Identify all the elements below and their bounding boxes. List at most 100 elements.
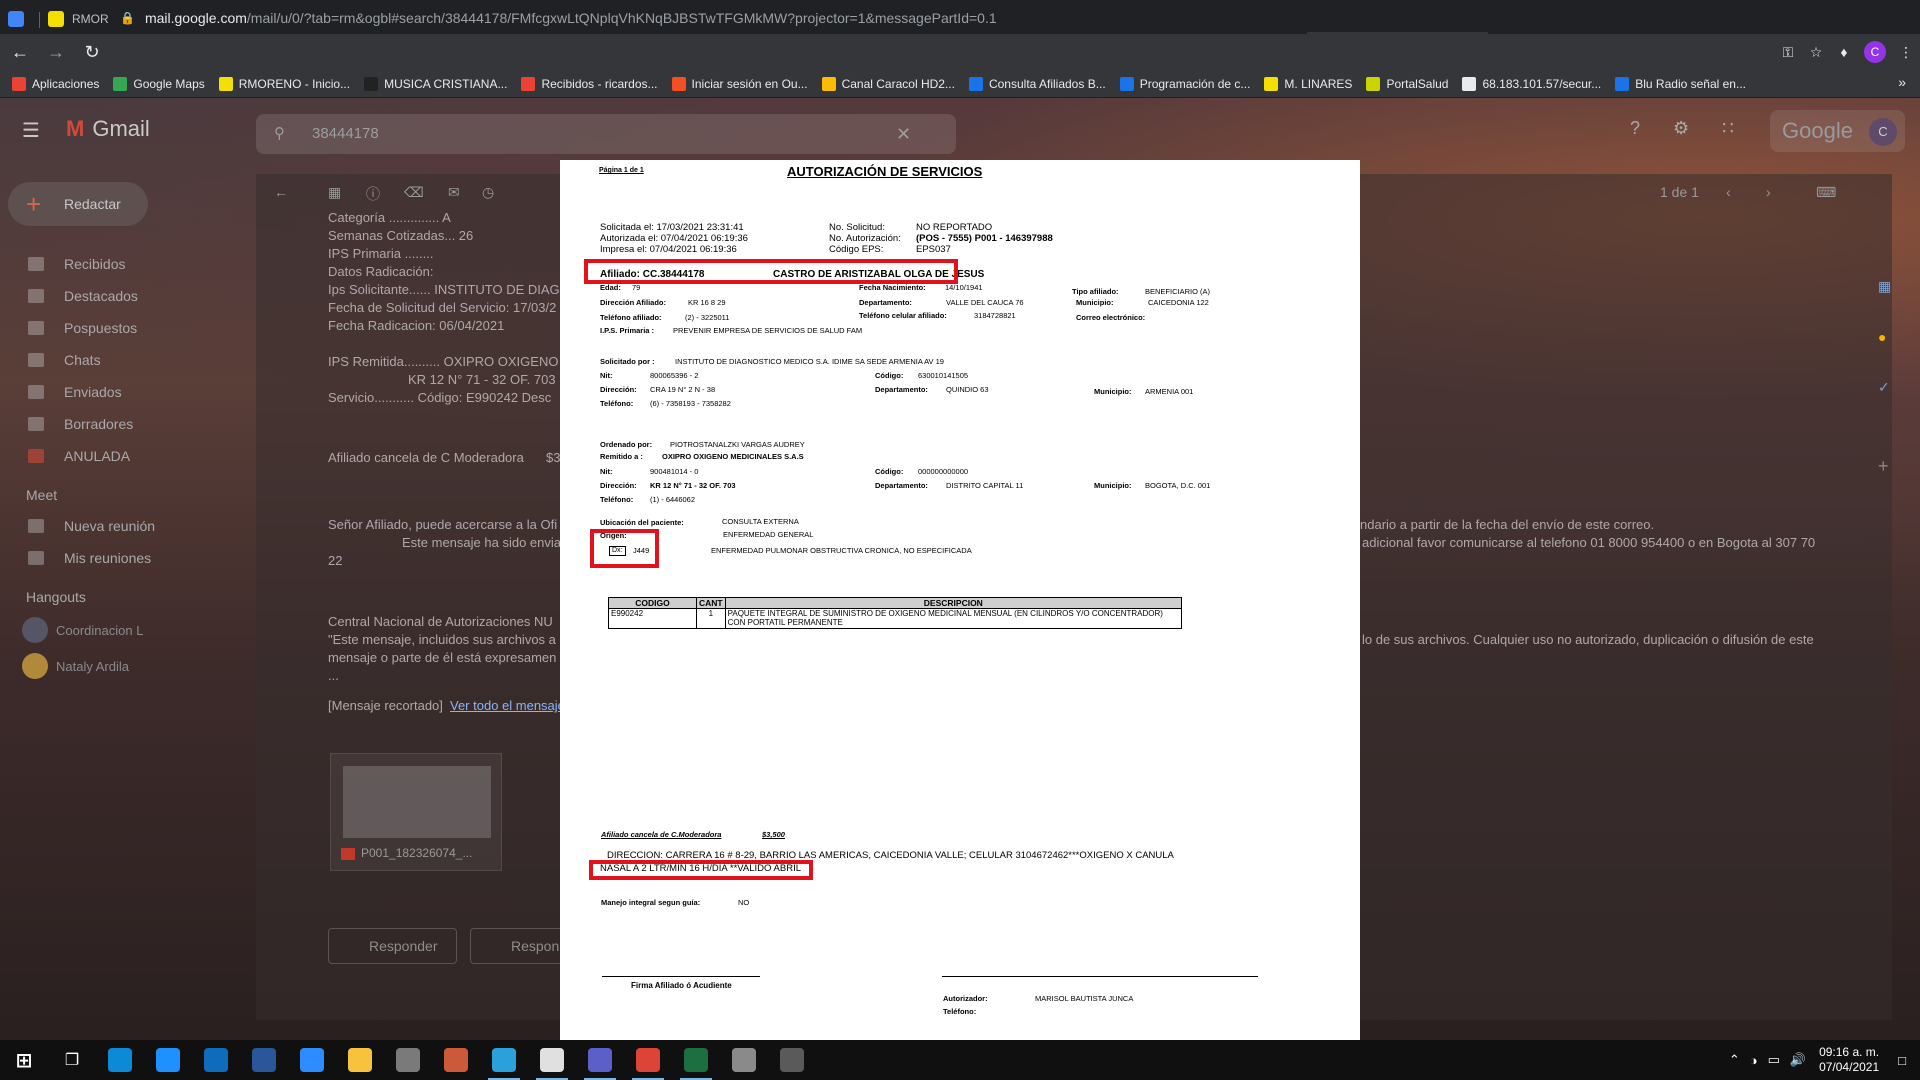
clock[interactable]: 09:16 a. m. 07/04/2021	[1819, 1045, 1879, 1075]
app2-icon[interactable]	[432, 1040, 480, 1080]
delete-icon[interactable]: ⌫	[404, 184, 424, 201]
notifications-icon[interactable]: □	[1898, 1053, 1906, 1068]
network-icon[interactable]: ◑	[1750, 1053, 1758, 1068]
bookmark-item[interactable]: Aplicaciones	[12, 76, 99, 91]
hangouts-contact[interactable]: Nataly Ardila	[0, 648, 240, 684]
key-icon[interactable]: ⚿	[1774, 44, 1802, 61]
snooze-icon[interactable]: ◷	[482, 184, 494, 201]
impresa-date: Impresa el: 07/04/2021 06:19:36	[600, 244, 737, 255]
sidebar-item-pospuestos[interactable]: Pospuestos	[0, 312, 240, 344]
bookmarks-overflow-icon[interactable]: »	[1898, 74, 1906, 90]
more-menu-icon[interactable]: ⋮	[1892, 44, 1920, 61]
chevron-up-icon[interactable]: ⌃	[1729, 1052, 1740, 1068]
mail-icon[interactable]	[192, 1040, 240, 1080]
sidebar-item-borradores[interactable]: Borradores	[0, 408, 240, 440]
excel-icon[interactable]	[672, 1040, 720, 1080]
telegram-icon[interactable]	[480, 1040, 528, 1080]
bookmark-item[interactable]: 68.183.101.57/secur...	[1462, 76, 1601, 91]
bookmark-item[interactable]: Programación de c...	[1119, 76, 1250, 91]
bookmark-item[interactable]: Google Maps	[113, 76, 205, 91]
municipio-label: Municipio:	[1076, 298, 1114, 307]
direccion-label: Dirección:	[600, 385, 637, 394]
sidebar-item-chats[interactable]: Chats	[0, 344, 240, 376]
bookmark-item[interactable]: Canal Caracol HD2...	[821, 76, 955, 91]
codigo-label: Código:	[875, 371, 904, 380]
bookmark-item[interactable]: RMORENO - Inicio...	[218, 76, 350, 91]
account-avatar[interactable]: C	[1869, 118, 1897, 146]
view-full-message-link[interactable]: Ver todo el mensaje	[450, 698, 565, 713]
bookmark-item[interactable]: M. LINARES	[1264, 76, 1352, 91]
zoom-icon[interactable]	[288, 1040, 336, 1080]
task-view-icon[interactable]: ❐	[48, 1040, 96, 1080]
app4-icon[interactable]	[720, 1040, 768, 1080]
clear-search-icon[interactable]: ✕	[896, 114, 911, 154]
reply-button[interactable]: Responder	[328, 928, 457, 964]
sidebar-item-destacados[interactable]: Destacados	[0, 280, 240, 312]
meet-my-meetings[interactable]: Mis reuniones	[0, 542, 240, 574]
edge-icon[interactable]	[96, 1040, 144, 1080]
back-icon[interactable]: ←	[4, 38, 36, 66]
chrome-icon[interactable]	[624, 1040, 672, 1080]
archive-icon[interactable]: ▦	[328, 184, 341, 201]
tipo-afiliado-label: Tipo afiliado:	[1072, 287, 1119, 296]
google-account-area[interactable]: Google C	[1770, 110, 1905, 152]
clipped-note: [Mensaje recortado]	[328, 698, 443, 713]
profile-avatar[interactable]: C	[1864, 41, 1886, 63]
bookmark-item[interactable]: MUSICA CRISTIANA...	[364, 76, 507, 91]
teams-icon[interactable]	[576, 1040, 624, 1080]
bookmark-item[interactable]: Recibidos - ricardos...	[521, 76, 658, 91]
report-spam-icon[interactable]: ⓘ	[366, 184, 380, 204]
bookmark-item[interactable]: Blu Radio señal en...	[1615, 76, 1746, 91]
file-explorer-icon[interactable]	[336, 1040, 384, 1080]
add-addon-icon[interactable]: +	[1878, 456, 1902, 477]
bookmark-item[interactable]: PortalSalud	[1366, 76, 1448, 91]
bookmark-item[interactable]: Iniciar sesión en Ou...	[671, 76, 808, 91]
remitido-a-label: Remitido a :	[600, 452, 643, 461]
menu-icon[interactable]: ☰	[22, 118, 40, 143]
page-label: Página 1 de 1	[599, 167, 644, 174]
sidebar-item-anulada[interactable]: ANULADA	[0, 440, 240, 472]
keep-icon[interactable]: ●	[1878, 329, 1902, 345]
app3-icon[interactable]	[528, 1040, 576, 1080]
bookmark-item[interactable]: Consulta Afiliados B...	[968, 76, 1106, 91]
back-to-list-icon[interactable]: ←	[274, 184, 288, 200]
prev-icon[interactable]: ‹	[1726, 184, 1731, 200]
url-text[interactable]: mail.google.com/mail/u/0/?tab=rm&ogbl#se…	[145, 10, 1884, 26]
lock-icon[interactable]: 🔒	[120, 11, 135, 25]
search-icon[interactable]: ⚲	[274, 114, 285, 154]
store-icon[interactable]	[144, 1040, 192, 1080]
apps-grid-icon[interactable]: ∷	[1722, 118, 1733, 138]
departamento2-value: DISTRITO CAPITAL 11	[946, 481, 1024, 490]
pdf-icon	[341, 848, 355, 860]
calculator-icon[interactable]	[768, 1040, 816, 1080]
star-icon[interactable]: ☆	[1802, 44, 1830, 61]
keyboard-icon[interactable]: ⌨	[1816, 184, 1836, 201]
forward-icon[interactable]: →	[40, 38, 72, 66]
departamento1-label: Departamento:	[875, 385, 928, 394]
display-icon[interactable]: ▭	[1768, 1052, 1780, 1068]
mail-search-input[interactable]: ⚲ 38444178 ✕	[256, 114, 956, 154]
reload-icon[interactable]: ↻	[76, 38, 108, 66]
browser-tab[interactable]	[0, 4, 40, 34]
extensions-icon[interactable]: ♦	[1830, 44, 1858, 60]
sidebar-item-recibidos[interactable]: Recibidos	[0, 248, 240, 280]
mark-unread-icon[interactable]: ✉	[448, 184, 460, 201]
sidebar-item-enviados[interactable]: Enviados	[0, 376, 240, 408]
gmail-logo[interactable]: M Gmail	[66, 116, 150, 142]
meet-new-meeting[interactable]: Nueva reunión	[0, 510, 240, 542]
attachment-card[interactable]: P001_182326074_...	[330, 753, 502, 871]
tasks-icon[interactable]: ✓	[1878, 379, 1902, 396]
volume-icon[interactable]: 🔊	[1790, 1052, 1806, 1068]
app-icon[interactable]	[384, 1040, 432, 1080]
compose-button[interactable]: + Redactar	[8, 182, 148, 226]
start-icon[interactable]: ⊞	[0, 1040, 48, 1080]
hangouts-contact[interactable]: Coordinacion L	[0, 612, 240, 648]
body-line: Servicio........... Código: E990242 Desc	[328, 390, 552, 405]
address-bar[interactable]: 🔒 mail.google.com/mail/u/0/?tab=rm&ogbl#…	[108, 4, 1884, 32]
help-icon[interactable]: ?	[1630, 118, 1640, 138]
calendar-icon[interactable]: ▦	[1878, 278, 1902, 295]
browser-toolbar: ← → ↻	[0, 34, 1920, 70]
next-icon[interactable]: ›	[1766, 184, 1771, 200]
settings-gear-icon[interactable]: ⚙	[1673, 118, 1689, 138]
word-icon[interactable]	[240, 1040, 288, 1080]
